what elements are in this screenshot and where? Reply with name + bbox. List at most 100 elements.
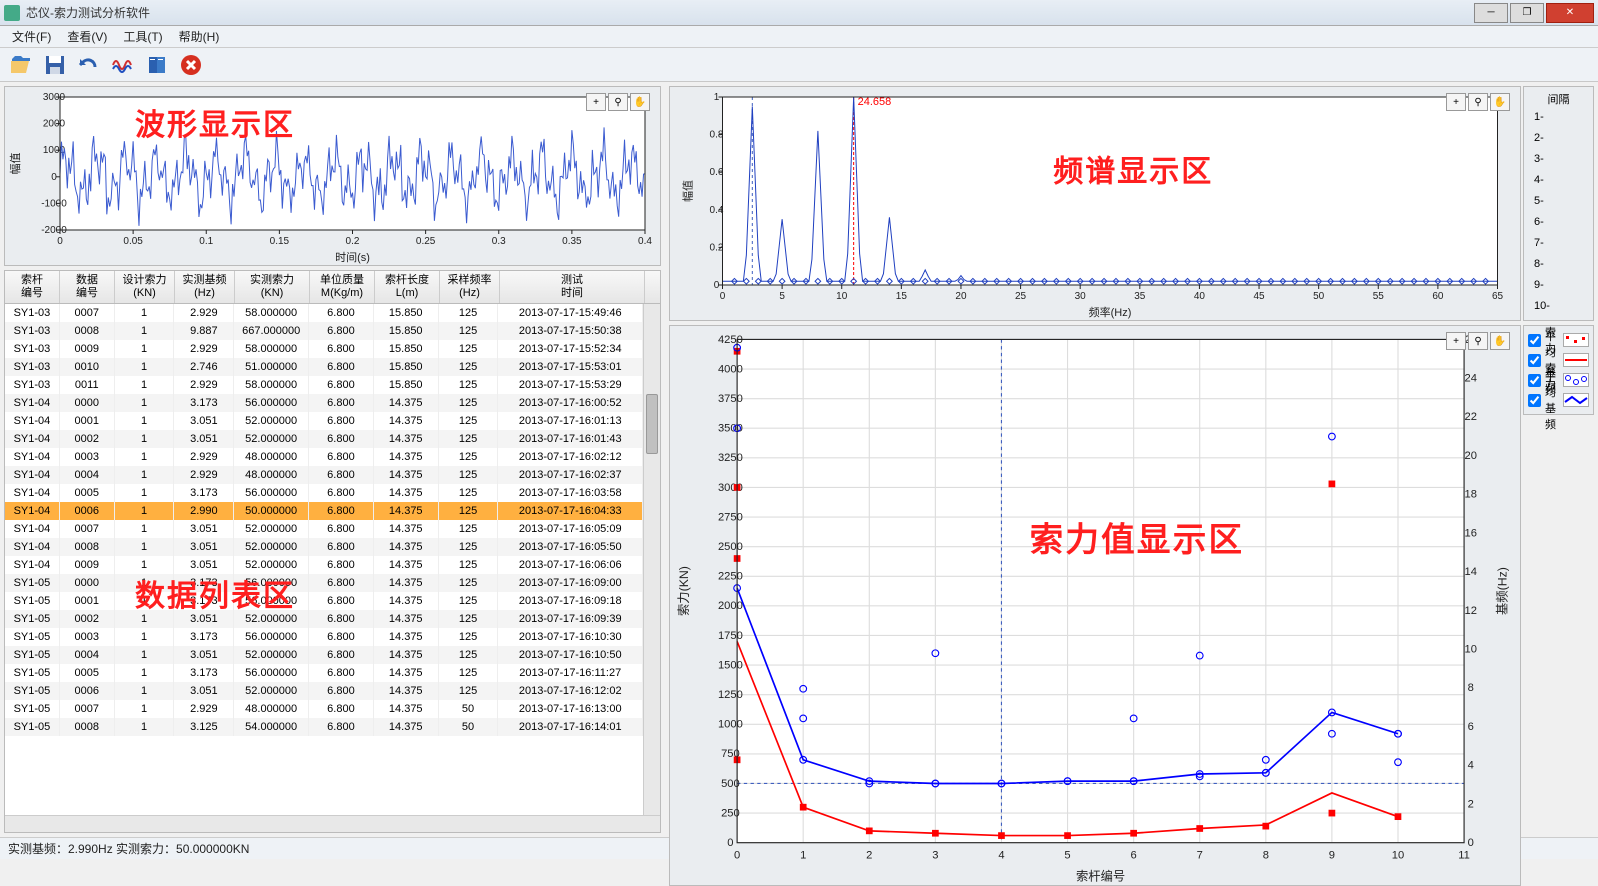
table-row[interactable]: SY1-05000213.05152.0000006.80014.3751252…	[5, 610, 643, 628]
table-cell: 50	[439, 718, 499, 736]
table-cell: 56.000000	[234, 394, 309, 412]
table-row[interactable]: SY1-03001012.74651.0000006.80015.8501252…	[5, 358, 643, 376]
menu-file[interactable]: 文件(F)	[4, 26, 59, 47]
table-cell: 0005	[60, 484, 115, 502]
table-cell: 1	[115, 646, 175, 664]
chart-pan-icon[interactable]: ✋	[1490, 332, 1510, 350]
table-row[interactable]: SY1-04000713.05152.0000006.80014.3751252…	[5, 520, 643, 538]
chart-zoom-icon[interactable]: ⚲	[608, 93, 628, 111]
legend-checkbox[interactable]	[1528, 334, 1541, 347]
legend-checkbox[interactable]	[1528, 374, 1541, 387]
window-close-button[interactable]: ✕	[1546, 3, 1594, 23]
table-cell: 0011	[60, 376, 115, 394]
vertical-scrollbar[interactable]	[643, 304, 660, 815]
table-row[interactable]: SY1-05000113.17356.0000006.80014.3751252…	[5, 592, 643, 610]
svg-text:0: 0	[1468, 837, 1474, 849]
table-row[interactable]: SY1-05000013.17356.0000006.80014.3751252…	[5, 574, 643, 592]
table-row[interactable]: SY1-04000412.92948.0000006.80014.3751252…	[5, 466, 643, 484]
table-row[interactable]: SY1-05000513.17356.0000006.80014.3751252…	[5, 664, 643, 682]
col-header[interactable]: 采样频率(Hz)	[440, 271, 500, 303]
chart-pan-icon[interactable]: ✋	[1490, 93, 1510, 111]
waveform-chart[interactable]: -2000-1000010002000300000.050.10.150.20.…	[5, 87, 660, 265]
table-row[interactable]: SY1-05000313.17356.0000006.80014.3751252…	[5, 628, 643, 646]
table-cell: 0009	[60, 340, 115, 358]
col-header[interactable]: 单位质量M(Kg/m)	[310, 271, 375, 303]
table-row[interactable]: SY1-03000819.887667.0000006.80015.850125…	[5, 322, 643, 340]
svg-text:0.05: 0.05	[123, 236, 143, 247]
menu-view[interactable]: 查看(V)	[59, 26, 115, 47]
table-row[interactable]: SY1-04000312.92948.0000006.80014.3751252…	[5, 448, 643, 466]
svg-text:0: 0	[727, 837, 733, 849]
table-row[interactable]: SY1-04000213.05152.0000006.80014.3751252…	[5, 430, 643, 448]
col-header[interactable]: 索杆长度L(m)	[375, 271, 440, 303]
undo-icon[interactable]	[74, 51, 104, 79]
svg-text:10: 10	[1392, 849, 1404, 861]
table-row[interactable]: SY1-04000513.17356.0000006.80014.3751252…	[5, 484, 643, 502]
table-row[interactable]: SY1-04000913.05152.0000006.80014.3751252…	[5, 556, 643, 574]
cable-force-chart[interactable]: 0250500750100012501500175020002250250027…	[670, 326, 1520, 885]
table-cell: 6.800	[309, 538, 374, 556]
table-cell: 6.800	[309, 412, 374, 430]
table-row[interactable]: SY1-03001112.92958.0000006.80015.8501252…	[5, 376, 643, 394]
table-cell: 125	[439, 520, 499, 538]
svg-text:2750: 2750	[718, 511, 743, 523]
table-row[interactable]: SY1-05000613.05152.0000006.80014.3751252…	[5, 682, 643, 700]
close-icon[interactable]	[176, 51, 206, 79]
col-header[interactable]: 实测基频(Hz)	[175, 271, 235, 303]
col-header[interactable]: 设计索力(KN)	[115, 271, 175, 303]
table-row[interactable]: SY1-04000113.05152.0000006.80014.3751252…	[5, 412, 643, 430]
legend-swatch-icon	[1563, 393, 1589, 407]
table-cell: 1	[115, 628, 175, 646]
chart-crosshair-icon[interactable]: +	[1446, 93, 1466, 111]
table-cell: 6.800	[309, 682, 374, 700]
table-row[interactable]: SY1-04000813.05152.0000006.80014.3751252…	[5, 538, 643, 556]
table-row[interactable]: SY1-05000813.12554.0000006.80014.3755020…	[5, 718, 643, 736]
spectrum-chart[interactable]: 00.20.40.60.8105101520253035404550556065…	[670, 87, 1520, 320]
col-header[interactable]: 数据编号	[60, 271, 115, 303]
table-row[interactable]: SY1-03000712.92958.0000006.80015.8501252…	[5, 304, 643, 322]
horizontal-scrollbar[interactable]	[5, 815, 660, 832]
table-row[interactable]: SY1-05000413.05152.0000006.80014.3751252…	[5, 646, 643, 664]
chart-crosshair-icon[interactable]: +	[1446, 332, 1466, 350]
table-cell: 0001	[60, 412, 115, 430]
table-cell: SY1-03	[5, 358, 60, 376]
chart-zoom-icon[interactable]: ⚲	[1468, 93, 1488, 111]
open-icon[interactable]	[6, 51, 36, 79]
table-cell: 2013-07-17-15:53:01	[498, 358, 643, 376]
wave-icon[interactable]	[108, 51, 138, 79]
table-cell: 2013-07-17-16:03:58	[498, 484, 643, 502]
table-cell: 2013-07-17-15:53:29	[498, 376, 643, 394]
chart-zoom-icon[interactable]: ⚲	[1468, 332, 1488, 350]
table-row[interactable]: SY1-05000712.92948.0000006.80014.3755020…	[5, 700, 643, 718]
svg-text:3: 3	[932, 849, 938, 861]
table-row[interactable]: SY1-03000912.92958.0000006.80015.8501252…	[5, 340, 643, 358]
table-cell: 14.375	[374, 610, 439, 628]
table-cell: 0001	[60, 592, 115, 610]
save-icon[interactable]	[40, 51, 70, 79]
menu-tools[interactable]: 工具(T)	[115, 26, 170, 47]
col-header[interactable]: 实测索力(KN)	[235, 271, 310, 303]
table-cell: SY1-04	[5, 556, 60, 574]
svg-text:0.8: 0.8	[710, 130, 724, 141]
legend-item[interactable]: 平均基频	[1528, 390, 1589, 410]
chart-pan-icon[interactable]: ✋	[630, 93, 650, 111]
minimize-button[interactable]: ─	[1474, 3, 1508, 23]
table-cell: 0010	[60, 358, 115, 376]
table-body[interactable]: SY1-03000712.92958.0000006.80015.8501252…	[5, 304, 643, 815]
col-header[interactable]: 测试时间	[500, 271, 645, 303]
chart-crosshair-icon[interactable]: +	[586, 93, 606, 111]
legend-checkbox[interactable]	[1528, 394, 1541, 407]
maximize-button[interactable]: ❐	[1510, 3, 1544, 23]
table-cell: 125	[439, 358, 499, 376]
table-cell: SY1-05	[5, 664, 60, 682]
table-row[interactable]: SY1-04000013.17356.0000006.80014.3751252…	[5, 394, 643, 412]
table-cell: 0004	[60, 466, 115, 484]
svg-text:15: 15	[896, 291, 908, 302]
table-row[interactable]: SY1-04000612.99050.0000006.80014.3751252…	[5, 502, 643, 520]
table-cell: 1	[115, 520, 175, 538]
svg-text:9: 9	[1329, 849, 1335, 861]
col-header[interactable]: 索杆编号	[5, 271, 60, 303]
legend-checkbox[interactable]	[1528, 354, 1541, 367]
menu-help[interactable]: 帮助(H)	[171, 26, 228, 47]
book-icon[interactable]	[142, 51, 172, 79]
